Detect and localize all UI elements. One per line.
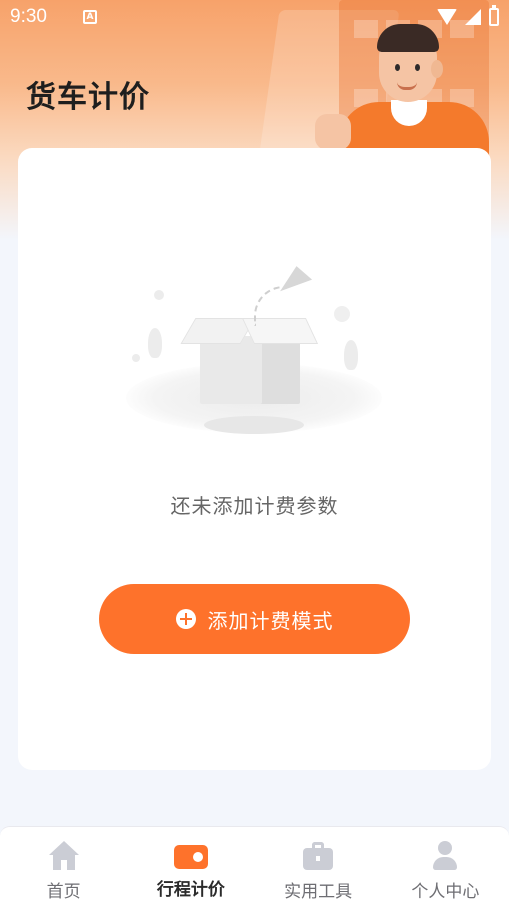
tab-label: 行程计价: [156, 880, 225, 900]
tab-label: 首页: [46, 882, 81, 902]
empty-box-illustration: [126, 262, 386, 438]
add-pricing-mode-button[interactable]: 添加计费模式: [99, 584, 410, 654]
briefcase-icon: [302, 841, 334, 871]
status-time: 9:30: [10, 6, 47, 27]
tab-label: 个人中心: [411, 882, 480, 902]
tab-label: 实用工具: [284, 882, 353, 902]
tab-trip-pricing[interactable]: 行程计价: [127, 827, 254, 906]
battery-icon: [489, 5, 499, 26]
empty-state-message: 还未添加计费参数: [170, 494, 339, 518]
add-pricing-mode-label: 添加计费模式: [207, 608, 334, 633]
tab-tools[interactable]: 实用工具: [255, 827, 382, 906]
tab-profile[interactable]: 个人中心: [382, 827, 509, 906]
pricing-card: 还未添加计费参数 添加计费模式: [18, 148, 491, 770]
notification-icon: A: [82, 10, 97, 24]
tab-home[interactable]: 首页: [0, 827, 127, 906]
page-title: 货车计价: [26, 80, 150, 115]
wifi-icon: [437, 9, 457, 25]
plus-circle-icon: [175, 609, 196, 629]
wallet-icon: [173, 845, 208, 869]
thumbs-up-icon: [315, 114, 351, 150]
bottom-tab-bar: 首页 行程计价 实用工具 个人中心: [0, 826, 509, 906]
delivery-worker-illustration: [309, 18, 499, 172]
person-icon: [429, 841, 461, 871]
signal-icon: [465, 9, 481, 25]
home-icon: [48, 841, 80, 871]
paper-plane-icon: [273, 262, 313, 292]
status-bar: 9:30 A: [0, 0, 509, 34]
